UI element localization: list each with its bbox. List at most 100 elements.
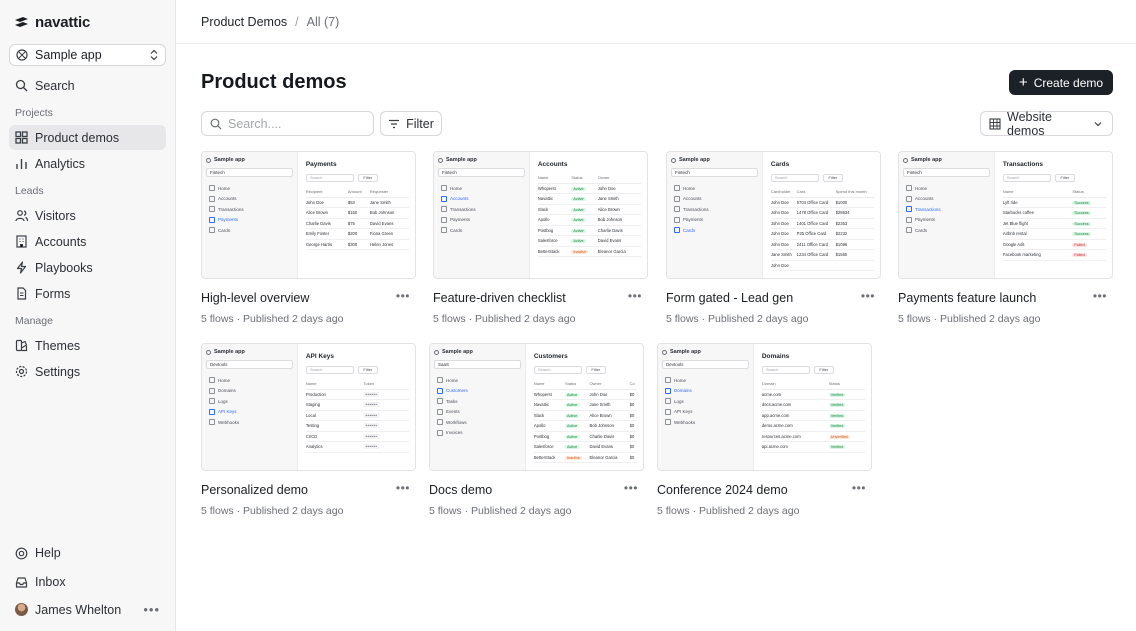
status-badge: Active: [571, 207, 586, 212]
filter-button[interactable]: Filter: [380, 111, 442, 136]
demo-thumbnail[interactable]: Sample app Devtools Home Domains Logs API K…: [657, 343, 872, 471]
thumb-cell: Verified: [828, 389, 865, 400]
table-row: Salesforce Active David Evans: [537, 235, 641, 247]
sidebar-item-product-demos[interactable]: Product demos: [9, 125, 166, 150]
thumb-cell: Whoperst: [533, 389, 565, 400]
more-icon[interactable]: •••: [396, 289, 410, 303]
app-selector[interactable]: Sample app: [9, 44, 166, 66]
thumb-cell: Charlie Davis: [597, 225, 641, 236]
thumb-app: Sample app: [662, 349, 749, 355]
demo-thumbnail[interactable]: Sample app Fintech Home Accounts Transacti…: [433, 151, 648, 279]
thumb-cell: Success: [1072, 218, 1106, 229]
demo-card[interactable]: Sample app Fintech Home Accounts Transacti…: [666, 151, 881, 325]
thumb-sidebar: Sample app Devtools Home Domains Logs API K…: [202, 344, 298, 470]
demo-thumbnail[interactable]: Sample app Fintech Home Accounts Transacti…: [666, 151, 881, 279]
thumb-cell: Apollo: [537, 214, 572, 226]
sidebar-item-help[interactable]: Help: [9, 539, 166, 567]
thumb-nav-item: Payments: [206, 215, 293, 226]
more-icon[interactable]: •••: [852, 481, 866, 495]
thumb-nav: Home Customers Tasks Events Workflows Invoice…: [434, 375, 521, 438]
view-select[interactable]: Website demos: [980, 110, 1113, 138]
table-row: docs.acme.com Verified: [761, 399, 865, 411]
demo-card[interactable]: Sample app Fintech Home Accounts Transacti…: [201, 151, 416, 325]
thumb-cell: docs.acme.com: [761, 399, 829, 411]
thumb-filter: Filter: [813, 366, 834, 374]
demo-card[interactable]: Sample app Devtools Home Domains Logs API K…: [201, 343, 416, 517]
demo-card[interactable]: Sample app SaaS Home Customers Tasks Events…: [429, 343, 644, 517]
thumb-cell: Charlie Davis: [589, 431, 630, 442]
thumb-toolbar: Search Filter: [761, 366, 865, 374]
thumb-select: Devtools: [206, 360, 293, 369]
more-icon[interactable]: •••: [628, 289, 642, 303]
demo-title[interactable]: Docs demo: [429, 483, 644, 497]
status-badge: Active: [571, 197, 586, 202]
thumb-cell: Production: [305, 389, 364, 400]
sidebar-item-themes[interactable]: Themes: [9, 333, 166, 358]
demo-thumbnail[interactable]: Sample app Fintech Home Accounts Transacti…: [898, 151, 1113, 279]
thumb-cell: Inactive: [564, 452, 590, 463]
thumb-table: Name Status Lyft ride Success Starbucks coff…: [1002, 187, 1106, 261]
thumb-cell: Jane Smith: [589, 399, 630, 411]
demo-subtitle: 5 flows · Published 2 days ago: [657, 505, 800, 517]
create-demo-button[interactable]: + Create demo: [1009, 70, 1113, 95]
thumb-nav-item: Accounts: [206, 194, 293, 205]
thumb-col-header: Requester: [369, 187, 409, 198]
demo-card[interactable]: Sample app Fintech Home Accounts Transacti…: [898, 151, 1113, 325]
thumb-cell: Verified: [828, 399, 865, 411]
thumb-nav-item: API Keys: [206, 407, 293, 418]
sidebar-item-playbooks[interactable]: Playbooks: [9, 255, 166, 280]
thumb-nav-item: Domains: [662, 386, 749, 397]
sidebar-item-label: Product demos: [35, 130, 120, 145]
more-icon[interactable]: •••: [143, 602, 160, 617]
thumb-cell: Verified: [828, 410, 865, 421]
more-icon[interactable]: •••: [624, 481, 638, 495]
demo-thumbnail[interactable]: Sample app SaaS Home Customers Tasks Events…: [429, 343, 644, 471]
more-icon[interactable]: •••: [396, 481, 410, 495]
table-row: Navattic Active Jane Smith $0: [533, 399, 637, 411]
search-icon: [15, 79, 28, 92]
app-selector-label: Sample app: [35, 48, 102, 62]
thumb-nav-item: Cards: [671, 225, 758, 236]
more-icon[interactable]: •••: [1093, 289, 1107, 303]
demo-title[interactable]: Payments feature launch: [898, 291, 1113, 305]
table-row: John Doe 5704 Office Card $1000: [770, 197, 874, 208]
user-menu[interactable]: James Whelton •••: [9, 596, 166, 623]
sidebar-item-accounts[interactable]: Accounts: [9, 229, 166, 254]
demo-card[interactable]: Sample app Devtools Home Domains Logs API K…: [657, 343, 872, 517]
thumb-col-header: Status: [828, 379, 865, 390]
brand-logo[interactable]: navattic: [9, 0, 166, 44]
thumb-cell: Staging: [305, 399, 364, 411]
thumb-heading: Accounts: [537, 161, 568, 168]
thumb-col-header: Owner: [589, 379, 630, 390]
thumb-cell: ••••••: [363, 410, 409, 421]
demo-title[interactable]: High-level overview: [201, 291, 416, 305]
thumb-table: Recipient Amount Requester John Doe $53 Jane …: [305, 187, 409, 250]
sidebar-item-settings[interactable]: Settings: [9, 359, 166, 384]
thumb-nav: Home Accounts Transactions Payments Cards: [671, 183, 758, 236]
thumb-cell: John Doe: [770, 228, 797, 240]
thumb-cell: Active: [571, 204, 598, 215]
thumb-cell: $200: [347, 228, 370, 240]
thumb-search: Search: [305, 174, 354, 182]
thumb-nav-item: Home: [438, 183, 525, 194]
sidebar-item-visitors[interactable]: Visitors: [9, 203, 166, 228]
sidebar-item-search[interactable]: Search: [9, 73, 166, 98]
thumb-nav-item: Home: [671, 183, 758, 194]
demo-title[interactable]: Personalized demo: [201, 483, 416, 497]
thumb-col-header: Name: [533, 379, 565, 390]
demo-thumbnail[interactable]: Sample app Devtools Home Domains Logs API K…: [201, 343, 416, 471]
sidebar-item-analytics[interactable]: Analytics: [9, 151, 166, 176]
demo-title[interactable]: Conference 2024 demo: [657, 483, 872, 497]
sidebar-item-forms[interactable]: Forms: [9, 281, 166, 306]
demo-title[interactable]: Form gated - Lead gen: [666, 291, 881, 305]
sidebar-item-inbox[interactable]: Inbox: [9, 568, 166, 596]
search-input[interactable]: [228, 116, 358, 131]
more-icon[interactable]: •••: [861, 289, 875, 303]
demo-card[interactable]: Sample app Fintech Home Accounts Transacti…: [433, 151, 648, 325]
demo-title[interactable]: Feature-driven checklist: [433, 291, 648, 305]
search-box[interactable]: [201, 111, 374, 136]
demo-thumbnail[interactable]: Sample app Fintech Home Accounts Transacti…: [201, 151, 416, 279]
breadcrumb-parent[interactable]: Product Demos: [201, 15, 287, 29]
status-badge: Active: [564, 403, 580, 408]
thumb-cell: Active: [564, 431, 590, 442]
